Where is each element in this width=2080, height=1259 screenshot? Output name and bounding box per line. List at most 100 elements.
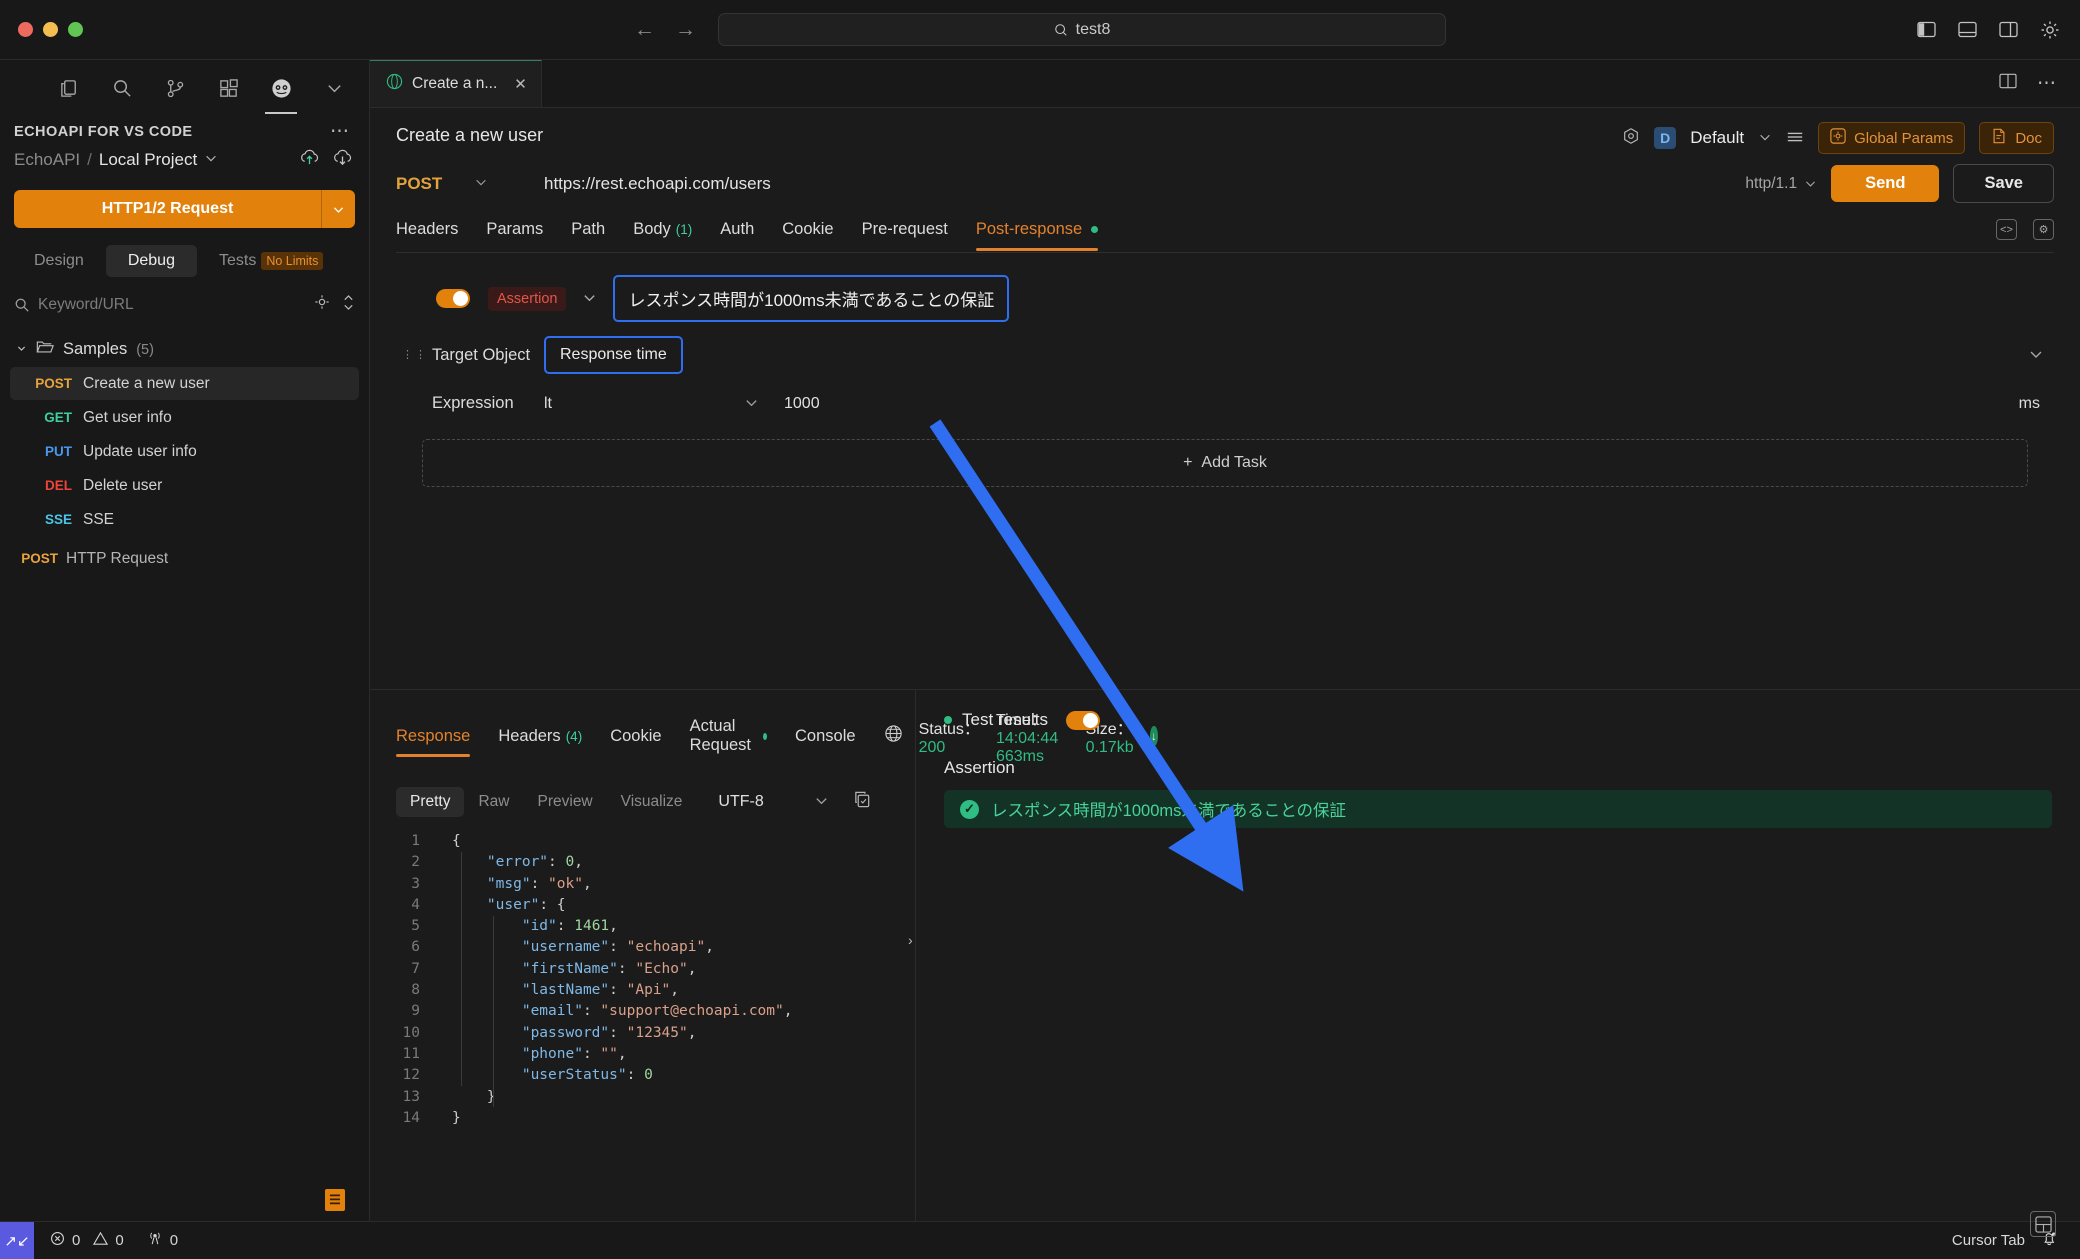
tab-cookie[interactable]: Cookie xyxy=(782,220,833,251)
chevron-down-icon[interactable] xyxy=(474,175,544,192)
editor-tab-actions: ⋯ xyxy=(1999,60,2080,107)
chevron-down-icon[interactable] xyxy=(814,793,829,811)
sidebar-item-get-user-info[interactable]: GET Get user info xyxy=(10,401,359,434)
chevron-right-icon[interactable]: › xyxy=(908,932,913,948)
source-control-icon[interactable] xyxy=(158,71,192,105)
sidebar-item-http-request[interactable]: POST HTTP Request xyxy=(10,542,359,575)
extensions-icon[interactable] xyxy=(211,71,245,105)
echoapi-badge-icon[interactable]: ☰ xyxy=(325,1189,345,1211)
format-raw[interactable]: Raw xyxy=(464,787,523,817)
target-object-select[interactable]: Response time xyxy=(544,336,683,374)
workspace-name[interactable]: EchoAPI xyxy=(14,150,80,170)
search-input[interactable]: Keyword/URL xyxy=(38,296,306,314)
tab-body[interactable]: Body (1) xyxy=(633,220,692,251)
tab-actual-request[interactable]: Actual Request xyxy=(690,717,768,766)
status-bar-right: Cursor Tab xyxy=(1952,1230,2080,1251)
folder-samples[interactable]: Samples (5) xyxy=(0,333,369,366)
back-arrow-icon[interactable]: ← xyxy=(634,19,655,40)
panel-left-icon[interactable] xyxy=(1917,21,1936,38)
http-version-select[interactable]: http/1.1 xyxy=(1745,175,1817,193)
omnibox[interactable]: test8 xyxy=(718,13,1446,46)
add-task-button[interactable]: + Add Task xyxy=(422,439,2028,487)
tab-pre-request[interactable]: Pre-request xyxy=(862,220,948,251)
send-button[interactable]: Send xyxy=(1831,165,1940,202)
panel-bottom-icon[interactable] xyxy=(1958,21,1977,38)
search-icon[interactable] xyxy=(105,71,139,105)
files-icon[interactable] xyxy=(52,71,86,105)
editor-tab-create-a-new-user[interactable]: Create a n... ✕ xyxy=(370,60,542,107)
http-method[interactable]: POST xyxy=(396,174,474,194)
assertion-name-input[interactable]: レスポンス時間が1000ms未満であることの保証 xyxy=(613,275,1010,322)
chevron-down-icon[interactable] xyxy=(1758,130,1772,147)
sidebar-item-create-a-new-user[interactable]: POST Create a new user xyxy=(10,367,359,400)
tab-auth[interactable]: Auth xyxy=(720,220,754,251)
gear-square-icon[interactable]: ⚙ xyxy=(2033,219,2054,240)
format-pretty[interactable]: Pretty xyxy=(396,787,465,817)
tab-headers[interactable]: Headers xyxy=(396,220,458,251)
panel-divider[interactable]: › xyxy=(908,690,916,1221)
problems-indicator[interactable]: 0 0 0 xyxy=(50,1231,178,1250)
tab-path[interactable]: Path xyxy=(571,220,605,251)
more-icon[interactable]: ⋯ xyxy=(330,122,351,141)
more-icon[interactable]: ⋯ xyxy=(2037,72,2058,95)
tab-response-headers[interactable]: Headers (4) xyxy=(498,727,582,757)
assertion-enabled-toggle[interactable] xyxy=(436,289,470,308)
tab-response[interactable]: Response xyxy=(396,727,471,757)
expression-operator-select[interactable]: lt xyxy=(544,395,744,413)
tab-console[interactable]: Console xyxy=(795,727,856,757)
response-body[interactable]: 1 2 3 4 5 6 7 8 9 10 11 12 13 14 { "error": 0, "msg":… xyxy=(370,831,915,1221)
chevron-down-icon[interactable] xyxy=(321,190,355,228)
doc-label: Doc xyxy=(2015,129,2042,147)
global-params-button[interactable]: Global Params xyxy=(1818,122,1966,154)
panel-right-icon[interactable] xyxy=(1999,21,2018,38)
sidebar-search[interactable]: Keyword/URL xyxy=(14,291,355,319)
project-name[interactable]: Local Project xyxy=(99,150,197,170)
tab-debug[interactable]: Debug xyxy=(105,245,197,277)
url-input[interactable]: https://rest.echoapi.com/users xyxy=(544,174,771,194)
chevron-down-icon[interactable] xyxy=(204,151,218,170)
split-editor-icon[interactable] xyxy=(1999,73,2017,94)
tab-tests[interactable]: Tests No Limits xyxy=(197,245,345,277)
tab-params[interactable]: Params xyxy=(486,220,543,251)
sidebar-item-delete-user[interactable]: DEL Delete user xyxy=(10,469,359,502)
download-icon[interactable]: ↓ xyxy=(1149,726,1159,746)
chevron-down-icon[interactable] xyxy=(744,395,784,413)
save-button[interactable]: Save xyxy=(1953,164,2054,203)
echoapi-icon[interactable] xyxy=(264,71,298,114)
add-task-label: Add Task xyxy=(1201,454,1267,471)
forward-arrow-icon[interactable]: → xyxy=(675,19,696,40)
ports-count: 0 xyxy=(169,1232,179,1249)
environment-name[interactable]: Default xyxy=(1690,128,1744,148)
close-icon[interactable]: ✕ xyxy=(514,75,527,93)
chevron-down-icon[interactable] xyxy=(317,71,351,105)
cloud-download-icon[interactable] xyxy=(332,148,353,172)
doc-button[interactable]: Doc xyxy=(1979,122,2054,154)
test-results-toggle[interactable] xyxy=(1065,710,1100,730)
nav-arrows[interactable]: ← → xyxy=(634,19,696,40)
tab-design[interactable]: Design xyxy=(12,245,106,277)
format-preview[interactable]: Preview xyxy=(524,787,607,817)
sidebar-item-sse[interactable]: SSE SSE xyxy=(10,503,359,536)
target-icon[interactable] xyxy=(314,294,330,316)
drag-handle-icon[interactable]: ⋮⋮ xyxy=(402,349,426,360)
layout-icon[interactable] xyxy=(2030,1211,2056,1237)
chevron-down-icon[interactable] xyxy=(16,343,27,357)
chevron-down-icon[interactable] xyxy=(582,290,597,308)
cursor-tab-label[interactable]: Cursor Tab xyxy=(1952,1232,2025,1249)
sidebar-item-update-user-info[interactable]: PUT Update user info xyxy=(10,435,359,468)
copy-icon[interactable] xyxy=(853,790,872,814)
tab-response-cookie[interactable]: Cookie xyxy=(610,727,661,757)
code-square-icon[interactable]: <> xyxy=(1996,219,2017,240)
tab-post-response[interactable]: Post-response xyxy=(975,220,1099,251)
cursor-logo-icon[interactable]: ↗↙ xyxy=(0,1221,34,1259)
sort-icon[interactable] xyxy=(342,294,355,316)
expression-value-input[interactable]: 1000 xyxy=(784,395,820,413)
chevron-down-icon[interactable] xyxy=(2028,346,2054,365)
list-icon[interactable] xyxy=(1786,128,1804,149)
gear-icon[interactable] xyxy=(2040,20,2060,40)
encoding-select[interactable]: UTF-8 xyxy=(718,793,763,811)
environment-icon[interactable] xyxy=(1622,127,1640,150)
new-http-request-button[interactable]: HTTP1/2 Request xyxy=(14,190,355,228)
cloud-upload-icon[interactable] xyxy=(299,148,320,172)
format-visualize[interactable]: Visualize xyxy=(607,787,697,817)
